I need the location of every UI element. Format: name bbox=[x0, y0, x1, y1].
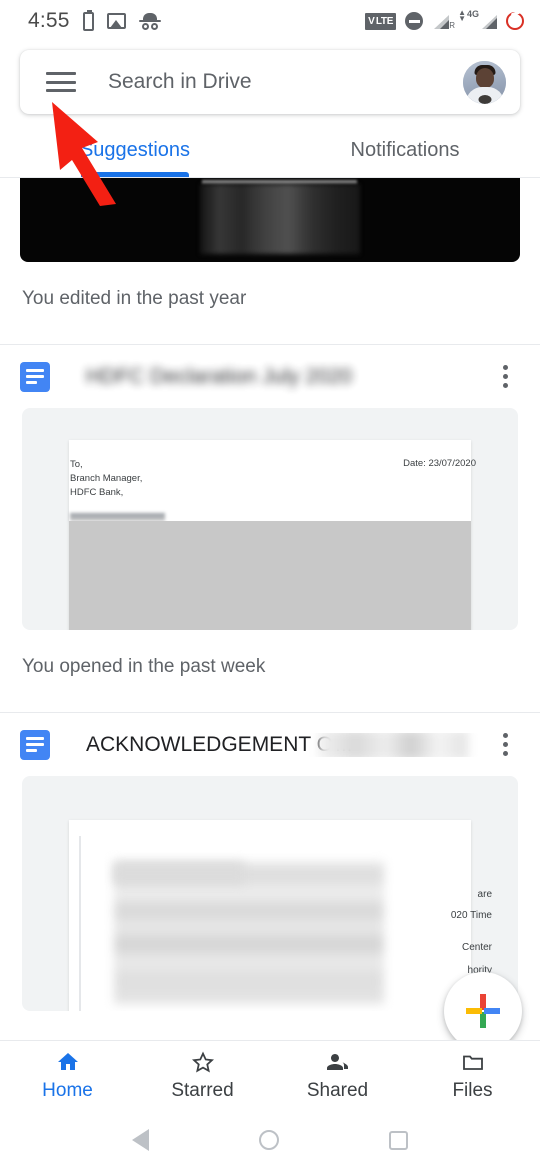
people-icon bbox=[324, 1049, 352, 1075]
nav-item-files-label: Files bbox=[452, 1080, 493, 1101]
incognito-icon bbox=[138, 12, 161, 30]
file-title: HDFC Declaration July 2020 bbox=[86, 364, 353, 388]
search-bar[interactable]: Search in Drive bbox=[20, 50, 520, 114]
photo-icon bbox=[106, 13, 126, 29]
nav-item-starred-label: Starred bbox=[171, 1080, 234, 1101]
nav-item-home-label: Home bbox=[42, 1080, 93, 1101]
hamburger-menu-icon[interactable] bbox=[46, 72, 76, 92]
google-docs-icon bbox=[20, 361, 50, 392]
list-item[interactable]: HDFC Declaration July 2020 To, Branch Man… bbox=[0, 345, 540, 712]
nav-item-shared-label: Shared bbox=[306, 1080, 369, 1101]
create-new-fab[interactable] bbox=[444, 972, 522, 1050]
nav-item-shared[interactable]: Shared bbox=[270, 1041, 405, 1110]
file-title: ACKNOWLEDGEMENT O ... bbox=[86, 732, 490, 757]
google-plus-icon bbox=[464, 992, 502, 1030]
avatar[interactable] bbox=[463, 60, 506, 104]
tab-notifications-label: Notifications bbox=[350, 138, 460, 161]
status-bar-right: V LTE R ▲ ▼ 4G bbox=[365, 9, 524, 30]
tab-suggestions[interactable]: Suggestions bbox=[0, 122, 270, 178]
file-header-row[interactable]: HDFC Declaration July 2020 bbox=[0, 345, 540, 402]
tab-suggestions-label: Suggestions bbox=[79, 138, 191, 161]
nav-item-files[interactable]: Files bbox=[405, 1041, 540, 1110]
preview-date: Date: 23/07/2020 bbox=[403, 458, 476, 469]
tab-bar: Suggestions Notifications bbox=[0, 122, 540, 178]
folder-icon bbox=[459, 1049, 487, 1075]
tab-notifications[interactable]: Notifications bbox=[270, 122, 540, 178]
suggestions-list[interactable]: You edited in the past year HDFC Declara… bbox=[0, 178, 540, 1040]
preview-fragment: are bbox=[477, 889, 492, 900]
status-time: 4:55 bbox=[28, 9, 70, 32]
google-docs-icon bbox=[20, 729, 50, 760]
nav-item-home[interactable]: Home bbox=[0, 1041, 135, 1110]
bottom-navigation: Home Starred Shared Files bbox=[0, 1040, 540, 1110]
list-item[interactable]: You edited in the past year bbox=[0, 178, 540, 344]
file-header-row[interactable]: ACKNOWLEDGEMENT O ... bbox=[0, 713, 540, 770]
battery-icon bbox=[82, 9, 94, 31]
more-options-icon[interactable] bbox=[490, 729, 520, 760]
do-not-disturb-icon bbox=[405, 12, 424, 30]
signal-bars-4g-icon: ▲ ▼ 4G bbox=[458, 9, 497, 29]
home-icon bbox=[55, 1049, 81, 1075]
alarm-ring-icon bbox=[506, 12, 524, 30]
status-bar-left: 4:55 bbox=[28, 9, 161, 33]
square-recents-icon[interactable] bbox=[389, 1130, 408, 1150]
file-meta: You edited in the past year bbox=[22, 288, 247, 309]
file-meta: You opened in the past week bbox=[22, 656, 266, 677]
nav-item-starred[interactable]: Starred bbox=[135, 1041, 270, 1110]
file-thumbnail[interactable] bbox=[20, 178, 520, 262]
file-title-text: ACKNOWLEDGEMENT O bbox=[86, 732, 333, 756]
search-input[interactable]: Search in Drive bbox=[108, 70, 463, 94]
triangle-back-icon[interactable] bbox=[132, 1129, 149, 1151]
preview-fragment: Center bbox=[461, 942, 492, 953]
android-navigation-bar bbox=[0, 1110, 540, 1170]
more-options-icon[interactable] bbox=[490, 361, 520, 392]
volte-icon: V LTE bbox=[365, 12, 397, 30]
phone-screen: 4:55 V LTE R ▲ ▼ 4G Search in Drive Sugg… bbox=[0, 0, 540, 1170]
list-item[interactable]: ACKNOWLEDGEMENT O ... are 020 Time Cente… bbox=[0, 713, 540, 1011]
status-bar: 4:55 V LTE R ▲ ▼ 4G bbox=[0, 0, 540, 42]
circle-home-icon[interactable] bbox=[259, 1130, 279, 1150]
roaming-label: R bbox=[449, 21, 456, 30]
signal-bars-icon: R bbox=[432, 13, 455, 30]
file-preview[interactable]: To, Branch Manager, HDFC Bank, Date: 23/07… bbox=[22, 408, 518, 630]
preview-address-block: To, Branch Manager, HDFC Bank, bbox=[70, 459, 143, 498]
preview-fragment: 020 Time bbox=[450, 910, 492, 921]
network-type-label: 4G bbox=[466, 9, 479, 19]
star-icon bbox=[190, 1049, 216, 1075]
file-preview[interactable]: are 020 Time Center hority bbox=[22, 776, 518, 1011]
